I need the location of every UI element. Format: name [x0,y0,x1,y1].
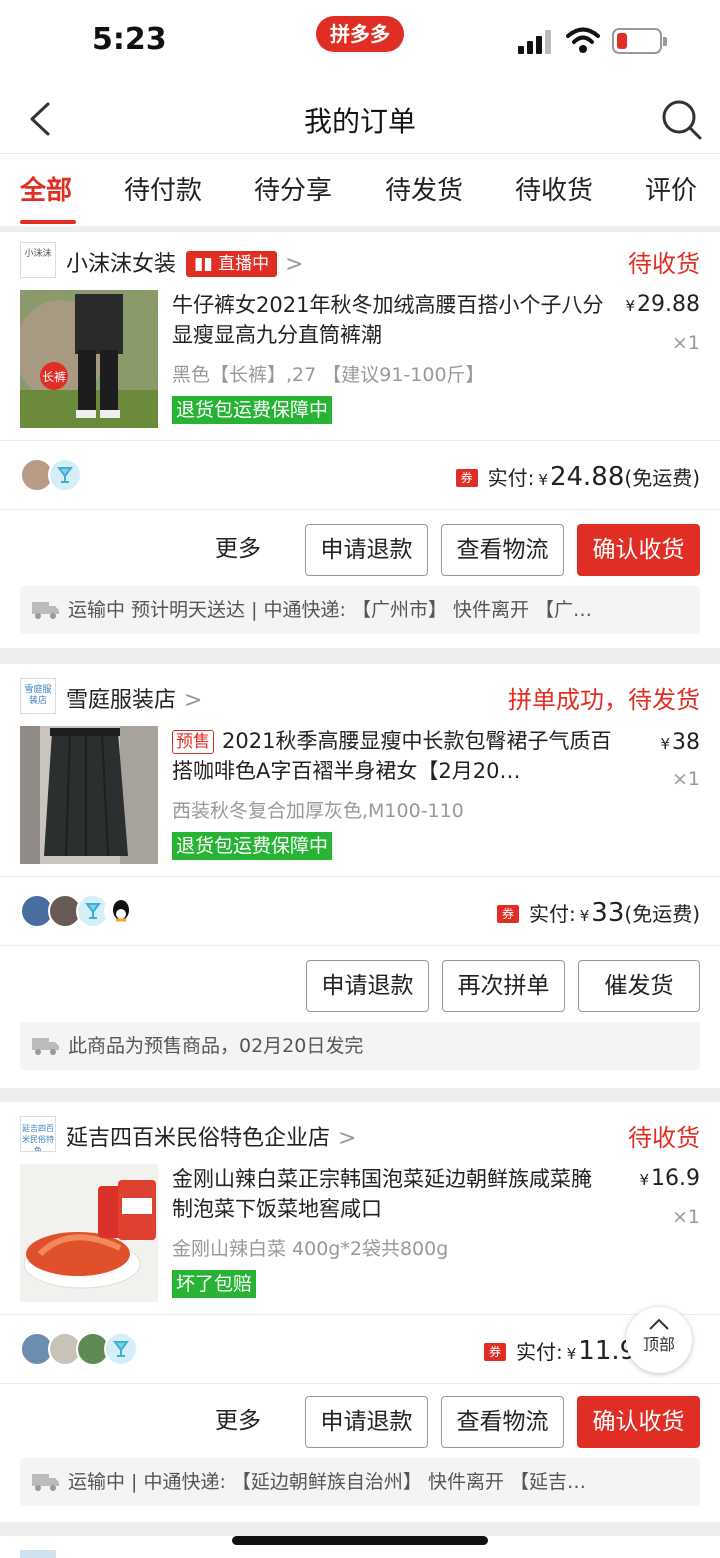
divider [0,876,720,877]
presale-tag: 预售 [172,730,214,754]
view-logistics-button[interactable]: 查看物流 [441,524,564,576]
shop-name-link[interactable]: 小沫沫女装 ▮▮ 直播中 > [66,246,304,278]
truck-icon [32,1038,59,1055]
tab-review[interactable]: 评价 [645,170,697,207]
wifi-icon [566,27,600,53]
confirm-receipt-button[interactable]: 确认收货 [577,524,700,576]
product-thumbnail[interactable] [20,1164,158,1302]
active-tab-indicator [20,220,76,224]
tab-pending-shipment[interactable]: 待发货 [385,170,463,207]
chevron-right-icon: > [338,1126,357,1151]
order-card: 延吉四百米民俗特色 延吉四百米民俗特色企业店 > 待收货 金刚山辣白菜正宗韩国泡菜… [0,1102,720,1522]
battery-icon [612,28,667,54]
back-to-top-label: 顶部 [642,1335,675,1354]
paid-amount: 券实付: ¥33(免运费) [497,898,700,928]
order-card: 小沫沫 小沫沫女装 ▮▮ 直播中 > 待收货 长裤 牛仔裤女2021年秋冬加绒高腰百… [0,232,720,648]
product-price: ¥16.9 [639,1166,700,1191]
product-title[interactable]: 牛仔裤女2021年秋冬加绒高腰百搭小个子八分显瘦显高九分直筒裤潮 [172,290,612,350]
tracking-text: 此商品为预售商品，02月20日发完 [68,1035,364,1057]
tab-all[interactable]: 全部 [20,170,72,207]
chevron-up-icon [649,1318,669,1330]
divider [0,945,720,946]
chevron-right-icon: > [184,688,203,713]
view-logistics-button[interactable]: 查看物流 [441,1396,564,1448]
coupon-icon: 券 [484,1343,506,1361]
product-qty: ×1 [671,768,700,790]
app-badge: 拼多多 [316,16,404,52]
divider [0,1314,720,1315]
divider [0,440,720,441]
coupon-icon: 券 [455,469,478,487]
refund-button[interactable]: 申请退款 [306,960,429,1012]
guarantee-badge: 退货包运费保障中 [172,832,333,860]
refund-button[interactable]: 申请退款 [305,1396,428,1448]
product-spec: 金刚山辣白菜 400g*2袋共800g [172,1238,449,1260]
confirm-receipt-button[interactable]: 确认收货 [577,1396,700,1448]
status-bar: 5:23 拼多多 [0,0,720,86]
product-spec: 西装秋冬复合加厚灰色,M100-110 [172,800,464,822]
thumb-tag: 长裤 [42,370,66,384]
shop-logo [20,1550,56,1558]
back-to-top-button[interactable]: 顶部 [626,1307,692,1373]
divider [0,509,720,510]
coupon-icon: 券 [497,905,519,923]
tracking-text: 运输中 预计明天送达 | 中通快递: 【广州市】 快件离开 【广… [68,599,593,621]
order-status: 待收货 [628,1124,700,1152]
guarantee-badge: 退货包运费保障中 [172,396,333,424]
more-button[interactable]: 更多 [196,1396,280,1448]
shop-name: 延吉四百米民俗特色企业店 [66,1126,331,1151]
shop-name: 小沫沫女装 [66,252,177,277]
paid-amount: 券实付: ¥24.88(免运费) [455,462,700,492]
tracking-text: 运输中 | 中通快递: 【延边朝鲜族自治州】 快件离开 【延吉… [68,1471,587,1493]
nav-bar: 我的订单 [0,86,720,154]
product-spec: 黑色【长裤】,27 【建议91-100斤】 [172,364,485,386]
more-button[interactable]: 更多 [196,524,280,576]
truck-icon [32,1474,59,1491]
search-icon[interactable] [656,94,706,144]
chevron-right-icon: > [285,252,304,277]
avatar [48,458,82,492]
order-card: 雪庭服装店 雪庭服装店 > 拼单成功，待发货 预售 2021秋季高腰显瘦中长款包臀裙… [0,664,720,1088]
regroup-button[interactable]: 再次拼单 [442,960,565,1012]
avatar [104,1332,138,1366]
tracking-info[interactable]: 此商品为预售商品，02月20日发完 [20,1022,700,1070]
shop-logo: 延吉四百米民俗特色 [20,1116,56,1152]
signal-icon [518,30,556,54]
shop-name-link[interactable]: 延吉四百米民俗特色企业店 > [66,1120,356,1152]
shop-logo: 雪庭服装店 [20,678,56,714]
urge-shipment-button[interactable]: 催发货 [578,960,700,1012]
product-title[interactable]: 金刚山辣白菜正宗韩国泡菜延边朝鲜族咸菜腌制泡菜下饭菜地窖咸口 [172,1164,612,1224]
tab-pending-payment[interactable]: 待付款 [124,170,202,207]
shop-name-link[interactable]: 雪庭服装店 > [66,682,202,714]
product-qty: ×1 [671,1206,700,1228]
live-badge: ▮▮ 直播中 [186,251,278,277]
truck-icon [32,602,59,619]
order-status: 拼单成功，待发货 [508,686,700,714]
refund-button[interactable]: 申请退款 [305,524,428,576]
order-tabs: 全部 待付款 待分享 待发货 待收货 评价 [0,154,720,226]
product-title[interactable]: 预售 2021秋季高腰显瘦中长款包臀裙子气质百搭咖啡色A字百褶半身裙女【2月20… [172,726,612,786]
tab-pending-share[interactable]: 待分享 [254,170,332,207]
status-time: 5:23 [92,22,167,57]
tracking-info[interactable]: 运输中 预计明天送达 | 中通快递: 【广州市】 快件离开 【广… [20,586,700,634]
product-price: ¥38 [660,730,700,755]
product-qty: ×1 [671,332,700,354]
product-thumbnail[interactable] [20,726,158,864]
avatar [104,894,138,928]
home-indicator [232,1536,488,1545]
product-price: ¥29.88 [625,292,700,317]
shop-logo: 小沫沫 [20,242,56,278]
tab-pending-receipt[interactable]: 待收货 [515,170,593,207]
guarantee-badge: 坏了包赔 [172,1270,257,1298]
product-thumbnail[interactable]: 长裤 [20,290,158,428]
page-title: 我的订单 [303,105,416,138]
tracking-info[interactable]: 运输中 | 中通快递: 【延边朝鲜族自治州】 快件离开 【延吉… [20,1458,700,1506]
shop-name: 雪庭服装店 [66,688,177,713]
order-status: 待收货 [628,250,700,278]
divider [0,1383,720,1384]
